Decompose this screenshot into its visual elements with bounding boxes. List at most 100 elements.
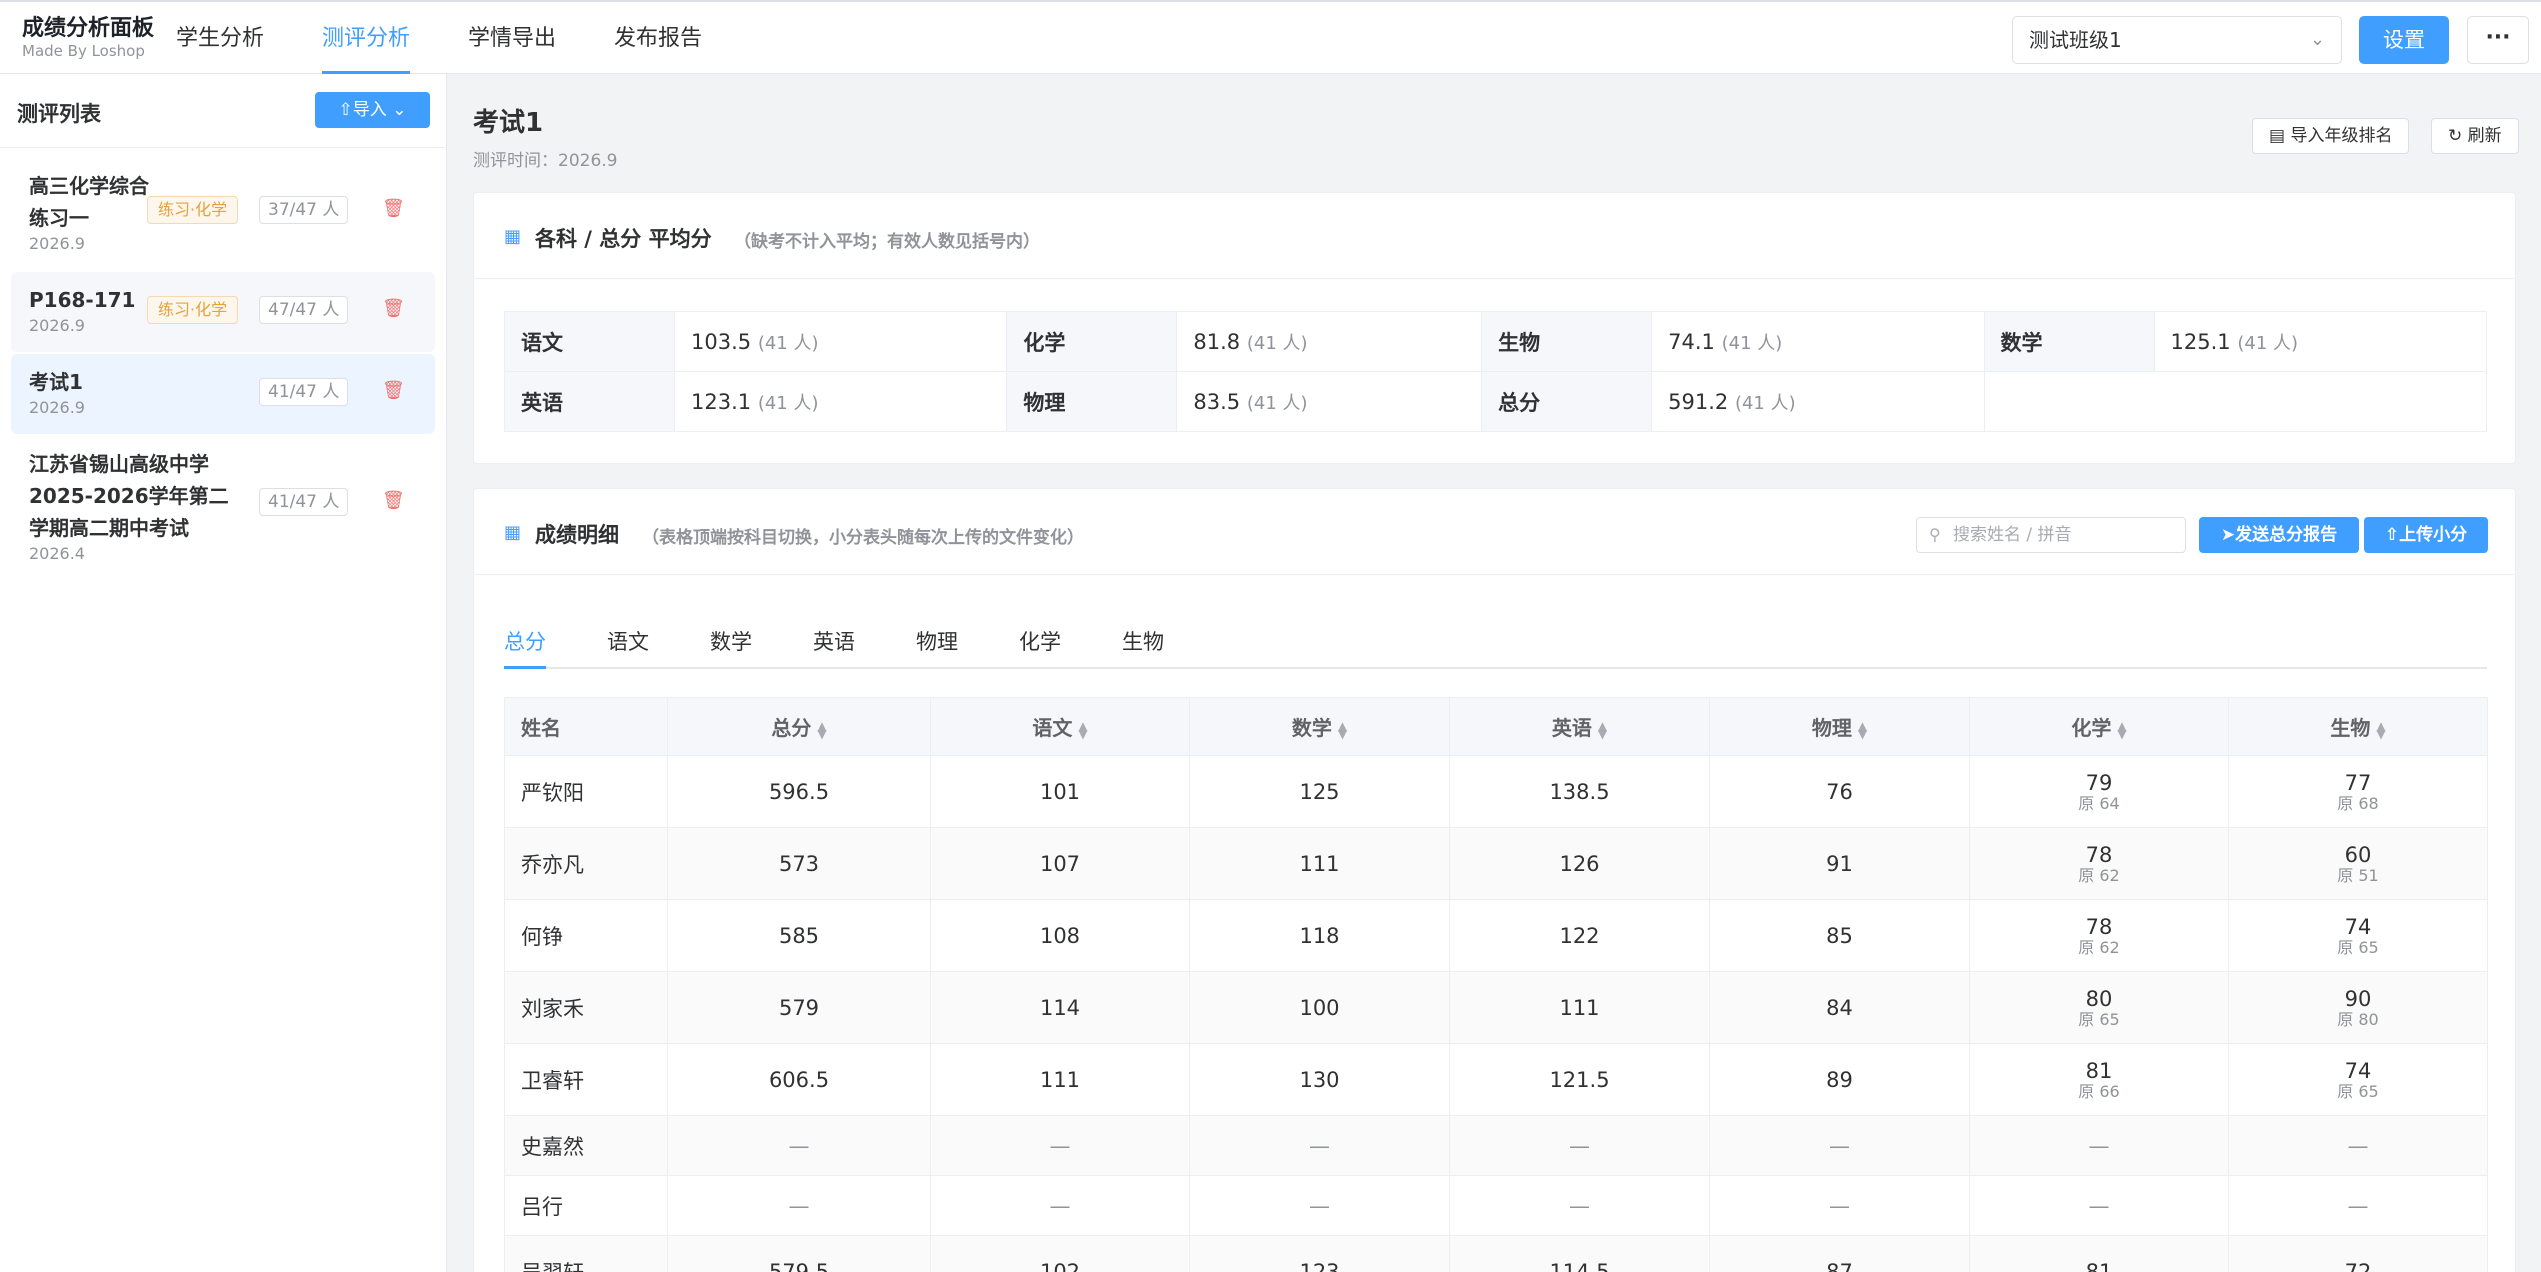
exam-list-item[interactable]: 高三化学综合练习一 2026.9 练习·化学 37/47 人 🗑 bbox=[11, 158, 435, 270]
avg-number: 123.1 bbox=[691, 389, 752, 414]
main-nav: 学生分析 测评分析 学情导出 发布报告 bbox=[176, 2, 731, 74]
import-grade-rank-label: 导入年级排名 bbox=[2290, 126, 2393, 146]
exam-list-item[interactable]: P168-171 2026.9 练习·化学 47/47 人 🗑 bbox=[11, 272, 435, 352]
column-header-math[interactable]: 数学 ▲ ▼ bbox=[1189, 697, 1450, 756]
score-value: — bbox=[1569, 1193, 1590, 1218]
sort-icon[interactable]: ▲ ▼ bbox=[2117, 720, 2126, 740]
table-row[interactable]: 卫睿轩 606.5 111 130 121.5 89 81 原 66 74 原 65 bbox=[504, 1043, 2488, 1116]
table-row[interactable]: 史嘉然 — — — — — — — bbox=[504, 1115, 2488, 1176]
score-value: 74 bbox=[2344, 1058, 2372, 1083]
column-header-english[interactable]: 英语 ▲ ▼ bbox=[1449, 697, 1710, 756]
nav-student-analysis[interactable]: 学生分析 bbox=[176, 2, 293, 74]
score-value: 85 bbox=[1826, 923, 1853, 948]
sort-icon[interactable]: ▲ ▼ bbox=[1078, 720, 1087, 740]
upload-subscores-label: 上传小分 bbox=[2399, 525, 2468, 545]
sort-icon[interactable]: ▲ ▼ bbox=[1338, 720, 1347, 740]
score-value: 118 bbox=[1299, 923, 1340, 948]
tab-physics[interactable]: 物理 bbox=[916, 619, 958, 667]
cell-score-math: 118 bbox=[1189, 899, 1450, 972]
tab-total[interactable]: 总分 bbox=[504, 619, 546, 669]
cell-score-chem: 79 原 64 bbox=[1969, 755, 2229, 828]
score-value: 77 bbox=[2344, 770, 2372, 795]
table-row[interactable]: 何铮 585 108 118 122 85 78 原 62 74 原 65 bbox=[504, 899, 2488, 972]
table-row[interactable]: 乔亦凡 573 107 111 126 91 78 原 62 60 原 51 bbox=[504, 827, 2488, 900]
score-value: 138.5 bbox=[1549, 779, 1610, 804]
cell-score-bio: 74 原 65 bbox=[2228, 1043, 2488, 1116]
averages-note: （缺考不计入平均；有效人数见括号内） bbox=[734, 232, 1040, 252]
score-value: 90 bbox=[2344, 986, 2372, 1011]
table-row[interactable]: 吕行 — — — — — — — bbox=[504, 1175, 2488, 1236]
nav-learning-export[interactable]: 学情导出 bbox=[439, 2, 585, 74]
avg-count: (41 人) bbox=[1246, 392, 1308, 414]
exam-list-item[interactable]: 江苏省锡山高级中学2025-2026学年第二学期高二期中考试 2026.4 41… bbox=[11, 436, 435, 572]
score-value: 100 bbox=[1299, 995, 1340, 1020]
search-input[interactable]: ⚲ 搜索姓名 / 拼音 bbox=[1916, 517, 2186, 553]
cell-score-physics: 87 bbox=[1709, 1235, 1970, 1272]
tab-chinese[interactable]: 语文 bbox=[607, 619, 649, 667]
table-row[interactable]: 刘家禾 579 114 100 111 84 80 原 65 90 原 80 bbox=[504, 971, 2488, 1044]
avg-number: 81.8 bbox=[1193, 329, 1241, 354]
refresh-icon: ↻ bbox=[2448, 126, 2463, 146]
column-header-biology[interactable]: 生物 ▲ ▼ bbox=[2228, 697, 2488, 756]
avg-empty-cell bbox=[1983, 371, 2488, 432]
nav-exam-analysis[interactable]: 测评分析 bbox=[293, 2, 439, 74]
sidebar: 测评列表 ⇧导入 ⌄ 高三化学综合练习一 2026.9 练习·化学 37/47 … bbox=[0, 74, 447, 1272]
search-icon: ⚲ bbox=[1929, 525, 1941, 544]
send-report-button[interactable]: ➤发送总分报告 bbox=[2199, 517, 2359, 553]
class-select[interactable]: 测试班级1 ⌄ bbox=[2012, 16, 2342, 64]
cell-score-total: 579 bbox=[667, 971, 931, 1044]
score-value: 74 bbox=[2344, 914, 2372, 939]
cell-score-chinese: 111 bbox=[930, 1043, 1190, 1116]
score-value: 114 bbox=[1039, 995, 1081, 1020]
exam-list-item-selected[interactable]: 考试1 2026.9 41/47 人 🗑 bbox=[11, 354, 435, 434]
column-header-chinese[interactable]: 语文 ▲ ▼ bbox=[930, 697, 1190, 756]
more-button[interactable]: ··· bbox=[2467, 16, 2529, 64]
details-title: 成绩明细 bbox=[535, 523, 619, 547]
delete-icon[interactable]: 🗑 bbox=[382, 198, 405, 219]
tab-english[interactable]: 英语 bbox=[813, 619, 855, 667]
tab-math[interactable]: 数学 bbox=[710, 619, 752, 667]
delete-icon[interactable]: 🗑 bbox=[382, 490, 405, 511]
score-value: — bbox=[788, 1193, 810, 1218]
upload-subscores-button[interactable]: ⇧上传小分 bbox=[2364, 517, 2488, 553]
nav-publish-report[interactable]: 发布报告 bbox=[585, 2, 731, 74]
exam-date: 2026.4 bbox=[29, 544, 85, 563]
delete-icon[interactable]: 🗑 bbox=[382, 298, 405, 319]
sort-icon[interactable]: ▲ ▼ bbox=[1858, 720, 1867, 740]
avg-number: 103.5 bbox=[691, 329, 752, 354]
cell-score-total: 596.5 bbox=[667, 755, 931, 828]
import-button[interactable]: ⇧导入 ⌄ bbox=[315, 92, 430, 128]
sort-icon[interactable]: ▲ ▼ bbox=[2376, 720, 2385, 740]
cell-score-chem: — bbox=[1969, 1175, 2229, 1236]
presentation-icon: ▦ bbox=[504, 226, 522, 247]
table-row[interactable]: 吴翌轩 579.5 102 123 114.5 87 81 72 bbox=[504, 1235, 2488, 1272]
score-value: — bbox=[1569, 1133, 1590, 1158]
refresh-button[interactable]: ↻ 刷新 bbox=[2431, 118, 2519, 154]
table-row[interactable]: 严钦阳 596.5 101 125 138.5 76 79 原 64 77 原 68 bbox=[504, 755, 2488, 828]
tab-chemistry[interactable]: 化学 bbox=[1019, 619, 1061, 667]
cell-score-bio: 77 原 68 bbox=[2228, 755, 2488, 828]
score-value: 111 bbox=[1299, 851, 1340, 876]
column-header-total[interactable]: 总分 ▲ ▼ bbox=[667, 697, 931, 756]
cell-student-name: 吕行 bbox=[504, 1175, 668, 1236]
score-value: 89 bbox=[1826, 1067, 1853, 1092]
exam-name: 高三化学综合练习一 bbox=[29, 174, 149, 230]
score-value: — bbox=[2347, 1133, 2369, 1158]
column-header-chemistry[interactable]: 化学 ▲ ▼ bbox=[1969, 697, 2229, 756]
column-header-physics[interactable]: 物理 ▲ ▼ bbox=[1709, 697, 1970, 756]
avg-label: 生物 bbox=[1481, 311, 1653, 372]
delete-icon[interactable]: 🗑 bbox=[382, 380, 405, 401]
import-grade-rank-button[interactable]: ▤ 导入年级排名 bbox=[2252, 118, 2410, 154]
cell-score-math: 125 bbox=[1189, 755, 1450, 828]
score-value: — bbox=[2088, 1193, 2110, 1218]
sort-icon[interactable]: ▲ ▼ bbox=[1598, 720, 1607, 740]
cell-score-chem: 78 原 62 bbox=[1969, 827, 2229, 900]
cell-student-name: 史嘉然 bbox=[504, 1115, 668, 1176]
top-bar: 成绩分析面板 Made By Loshop 学生分析 测评分析 学情导出 发布报… bbox=[0, 0, 2541, 74]
avg-count: (41 人) bbox=[757, 332, 819, 354]
settings-button[interactable]: 设置 bbox=[2359, 16, 2449, 64]
avg-number: 125.1 bbox=[2170, 329, 2231, 354]
cell-student-name: 刘家禾 bbox=[504, 971, 668, 1044]
sort-icon[interactable]: ▲ ▼ bbox=[817, 720, 826, 740]
tab-biology[interactable]: 生物 bbox=[1122, 619, 1164, 667]
